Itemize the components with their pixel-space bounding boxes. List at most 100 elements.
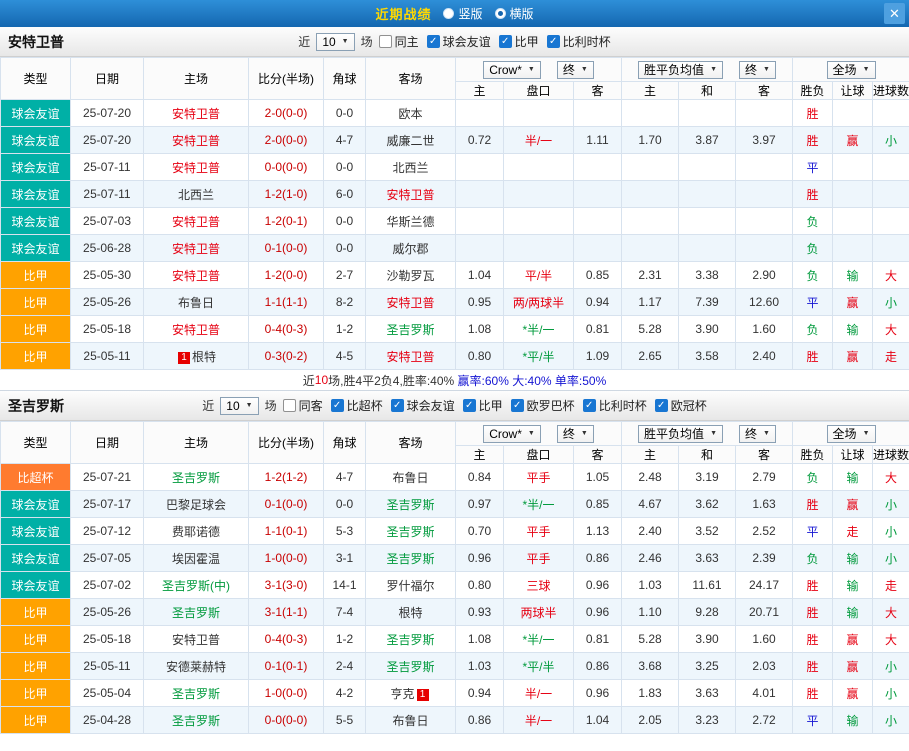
eu-home-odds: 2.31 xyxy=(622,262,679,289)
eu-away-odds: 2.39 xyxy=(736,545,793,572)
result-goals xyxy=(873,208,909,235)
summary-part: 大:40% xyxy=(512,372,555,389)
result-handicap xyxy=(833,235,873,262)
sub-header-wdl: 胜负 xyxy=(793,446,833,464)
match-row: 比甲25-05-11安德莱赫特0-1(0-1)2-4圣吉罗斯1.03*平/半0.… xyxy=(1,653,909,680)
filter-checkbox[interactable]: ✓比利时杯 xyxy=(547,33,611,50)
ah-away-odds xyxy=(574,235,622,262)
away-team-name: 布鲁日 xyxy=(392,471,428,485)
result-outcome: 胜 xyxy=(793,626,833,653)
competition-badge: 球会友谊 xyxy=(1,572,71,599)
ah-line: 平手 xyxy=(504,545,574,572)
red-card-badge: 1 xyxy=(417,689,429,701)
home-team-cell: 布鲁日 xyxy=(144,289,249,316)
col-header-type: 类型 xyxy=(1,422,71,464)
eu-home-odds: 3.68 xyxy=(622,653,679,680)
away-team-name: 欧本 xyxy=(398,107,422,121)
eu-away-odds: 1.60 xyxy=(736,626,793,653)
match-row: 比甲25-05-26圣吉罗斯3-1(1-1)7-4根特0.93两球半0.961.… xyxy=(1,599,909,626)
col-header-date: 日期 xyxy=(71,422,144,464)
ah-home-odds xyxy=(456,100,504,127)
home-team-cell: 圣吉罗斯 xyxy=(144,464,249,491)
date-cell: 25-07-20 xyxy=(71,100,144,127)
sub-header-goals: 进球数 xyxy=(873,446,909,464)
match-row: 比甲25-05-26布鲁日1-1(1-1)8-2安特卫普0.95两/两球半0.9… xyxy=(1,289,909,316)
titlebar: 近期战绩 竖版 横版 ✕ xyxy=(0,0,909,27)
match-row: 比甲25-05-30安特卫普1-2(0-0)2-7沙勒罗瓦1.04平/半0.85… xyxy=(1,262,909,289)
eu-draw-odds: 11.61 xyxy=(679,572,736,599)
ah-home-odds: 1.03 xyxy=(456,653,504,680)
eu-draw-odds: 3.38 xyxy=(679,262,736,289)
ah-final-select[interactable]: 终 ▼ xyxy=(557,425,594,443)
chevron-down-icon: ▼ xyxy=(246,402,253,409)
eu-final-select[interactable]: 终 ▼ xyxy=(739,61,776,79)
ah-away-odds: 0.86 xyxy=(574,545,622,572)
fulltime-select[interactable]: 全场 ▼ xyxy=(827,425,876,443)
eu-final-select[interactable]: 终 ▼ xyxy=(739,425,776,443)
match-count-select[interactable]: 10 ▼ xyxy=(316,33,354,51)
ah-final-select[interactable]: 终 ▼ xyxy=(557,61,594,79)
filter-checkbox[interactable]: ✓比超杯 xyxy=(331,397,383,414)
bookmaker-select[interactable]: Crow* ▼ xyxy=(483,61,541,79)
away-team-name: 华斯兰德 xyxy=(386,215,434,229)
bookmaker-value: Crow* xyxy=(489,427,522,441)
filter-checkbox[interactable]: 同主 xyxy=(379,33,419,50)
result-outcome: 负 xyxy=(793,464,833,491)
team-section: 圣吉罗斯 近 10 ▼ 场 同客✓比超杯✓球会友谊✓比甲✓欧罗巴杯✓比利时杯✓欧… xyxy=(0,391,909,734)
corner-cell: 0-0 xyxy=(324,491,366,518)
eu-away-odds: 2.52 xyxy=(736,518,793,545)
match-row: 球会友谊25-07-12费耶诺德1-1(0-1)5-3圣吉罗斯0.70平手1.1… xyxy=(1,518,909,545)
match-count-select[interactable]: 10 ▼ xyxy=(220,397,258,415)
eu-draw-odds: 3.63 xyxy=(679,680,736,707)
home-team-cell: 巴黎足球会 xyxy=(144,491,249,518)
filter-checkbox[interactable]: ✓比甲 xyxy=(463,397,503,414)
eu-away-odds: 2.72 xyxy=(736,707,793,734)
close-button[interactable]: ✕ xyxy=(884,3,905,24)
result-goals xyxy=(873,154,909,181)
odds-avg-select[interactable]: 胜平负均值 ▼ xyxy=(638,425,723,443)
checkbox-icon: ✓ xyxy=(499,35,512,48)
filter-checkbox[interactable]: ✓比利时杯 xyxy=(583,397,647,414)
filter-checkbox[interactable]: ✓欧冠杯 xyxy=(655,397,707,414)
recent-label: 近 xyxy=(202,397,214,414)
sub-header-wdl: 胜负 xyxy=(793,82,833,100)
odds-avg-select[interactable]: 胜平负均值 ▼ xyxy=(638,61,723,79)
bookmaker-select[interactable]: Crow* ▼ xyxy=(483,425,541,443)
checkbox-icon xyxy=(379,35,392,48)
filter-checkbox[interactable]: ✓欧罗巴杯 xyxy=(511,397,575,414)
ah-line xyxy=(504,181,574,208)
sub-header-eu-home: 主 xyxy=(622,446,679,464)
away-team-name: 亨克 xyxy=(390,687,414,701)
sub-header-eu-draw: 和 xyxy=(679,446,736,464)
result-handicap: 赢 xyxy=(833,491,873,518)
ah-away-odds: 0.96 xyxy=(574,680,622,707)
filter-checkbox[interactable]: ✓比甲 xyxy=(499,33,539,50)
summary-part: 近 xyxy=(303,372,315,389)
score-cell: 3-1(3-0) xyxy=(249,572,324,599)
date-cell: 25-05-04 xyxy=(71,680,144,707)
filter-checkbox[interactable]: 同客 xyxy=(283,397,323,414)
away-team-cell: 安特卫普 xyxy=(366,343,456,370)
filter-checkbox[interactable]: ✓球会友谊 xyxy=(427,33,491,50)
corner-cell: 14-1 xyxy=(324,572,366,599)
date-cell: 25-07-11 xyxy=(71,154,144,181)
eu-draw-odds: 3.25 xyxy=(679,653,736,680)
home-team-name: 圣吉罗斯 xyxy=(172,471,220,485)
radio-horizontal-layout[interactable]: 横版 xyxy=(495,5,534,22)
sub-header-eu-away: 客 xyxy=(736,446,793,464)
fulltime-select[interactable]: 全场 ▼ xyxy=(827,61,876,79)
ah-home-odds: 0.94 xyxy=(456,680,504,707)
ah-line: 半/一 xyxy=(504,707,574,734)
radio-vertical-layout[interactable]: 竖版 xyxy=(443,5,482,22)
ah-home-odds: 1.08 xyxy=(456,316,504,343)
filter-checkbox[interactable]: ✓球会友谊 xyxy=(391,397,455,414)
result-goals: 小 xyxy=(873,518,909,545)
section-band: 安特卫普 近 10 ▼ 场 同主✓球会友谊✓比甲✓比利时杯 xyxy=(0,27,909,57)
sub-header-ah-home: 主 xyxy=(456,82,504,100)
section-band: 圣吉罗斯 近 10 ▼ 场 同客✓比超杯✓球会友谊✓比甲✓欧罗巴杯✓比利时杯✓欧… xyxy=(0,391,909,421)
competition-badge: 球会友谊 xyxy=(1,208,71,235)
ah-line: 半/一 xyxy=(504,680,574,707)
eu-final-value: 终 xyxy=(745,61,757,78)
eu-home-odds: 1.10 xyxy=(622,599,679,626)
competition-badge: 比超杯 xyxy=(1,464,71,491)
